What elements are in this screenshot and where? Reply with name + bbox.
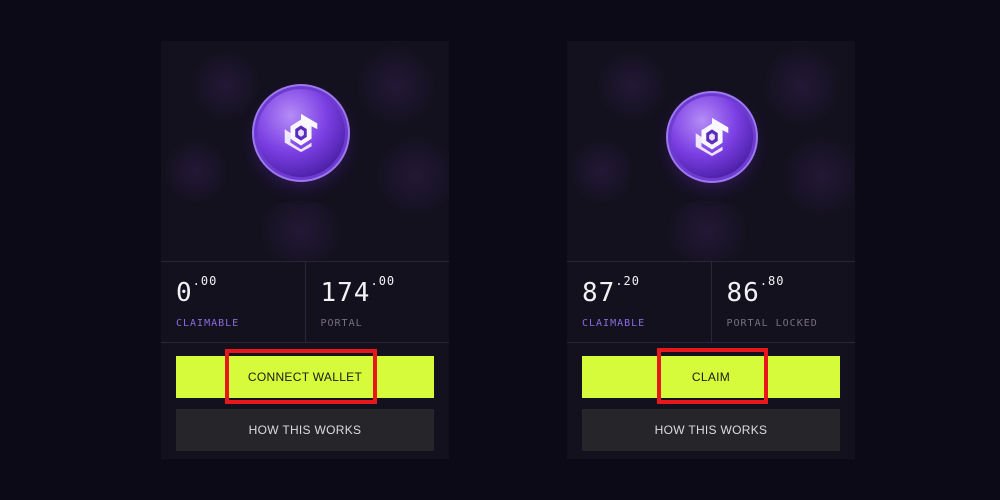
value-decimal: .00: [192, 274, 218, 288]
how-this-works-button[interactable]: HOW THIS WORKS: [582, 409, 840, 451]
how-this-works-label: HOW THIS WORKS: [248, 423, 362, 437]
value-decimal: .80: [759, 274, 785, 288]
stat-portal-locked: 86.80 PORTAL LOCKED: [710, 262, 856, 342]
claimable-label: CLAIMABLE: [176, 318, 240, 329]
value-integer: 86: [726, 278, 760, 308]
how-this-works-button[interactable]: HOW THIS WORKS: [176, 409, 434, 451]
connect-wallet-label: CONNECT WALLET: [247, 370, 363, 384]
portal-locked-label: PORTAL LOCKED: [726, 318, 818, 329]
token-hero: [161, 41, 449, 261]
stats-row: 87.20 CLAIMABLE 86.80 PORTAL LOCKED: [567, 261, 855, 343]
portal-logo: [284, 113, 318, 153]
portal-label: PORTAL: [320, 318, 363, 329]
claim-card-disconnected: 0.00 CLAIMABLE 174.00 PORTAL CONNECT WAL…: [161, 41, 449, 459]
value-decimal: .20: [615, 274, 640, 288]
value-decimal: .00: [370, 274, 396, 288]
value-integer: 174: [320, 278, 371, 308]
stat-portal: 174.00 PORTAL: [304, 262, 450, 342]
portal-logo: [695, 117, 729, 157]
stat-claimable: 87.20 CLAIMABLE: [567, 262, 711, 342]
value-integer: 0: [176, 278, 193, 308]
portal-locked-value: 86.80: [726, 274, 785, 308]
how-this-works-label: HOW THIS WORKS: [654, 423, 768, 437]
portal-token-icon: [257, 89, 345, 177]
connect-wallet-button[interactable]: CONNECT WALLET: [176, 356, 434, 398]
value-integer: 87: [582, 278, 616, 308]
token-hero: [567, 41, 855, 261]
stage: 0.00 CLAIMABLE 174.00 PORTAL CONNECT WAL…: [0, 0, 1000, 500]
stat-claimable: 0.00 CLAIMABLE: [161, 262, 305, 342]
claimable-label: CLAIMABLE: [582, 318, 646, 329]
claim-card-connected: 87.20 CLAIMABLE 86.80 PORTAL LOCKED CLAI…: [567, 41, 855, 459]
claimable-value: 0.00: [176, 274, 217, 308]
claimable-value: 87.20: [582, 274, 640, 308]
portal-value: 174.00: [320, 274, 396, 308]
portal-token-icon: [671, 96, 753, 178]
claim-button[interactable]: CLAIM: [582, 356, 840, 398]
claim-label: CLAIM: [691, 370, 731, 384]
stats-row: 0.00 CLAIMABLE 174.00 PORTAL: [161, 261, 449, 343]
